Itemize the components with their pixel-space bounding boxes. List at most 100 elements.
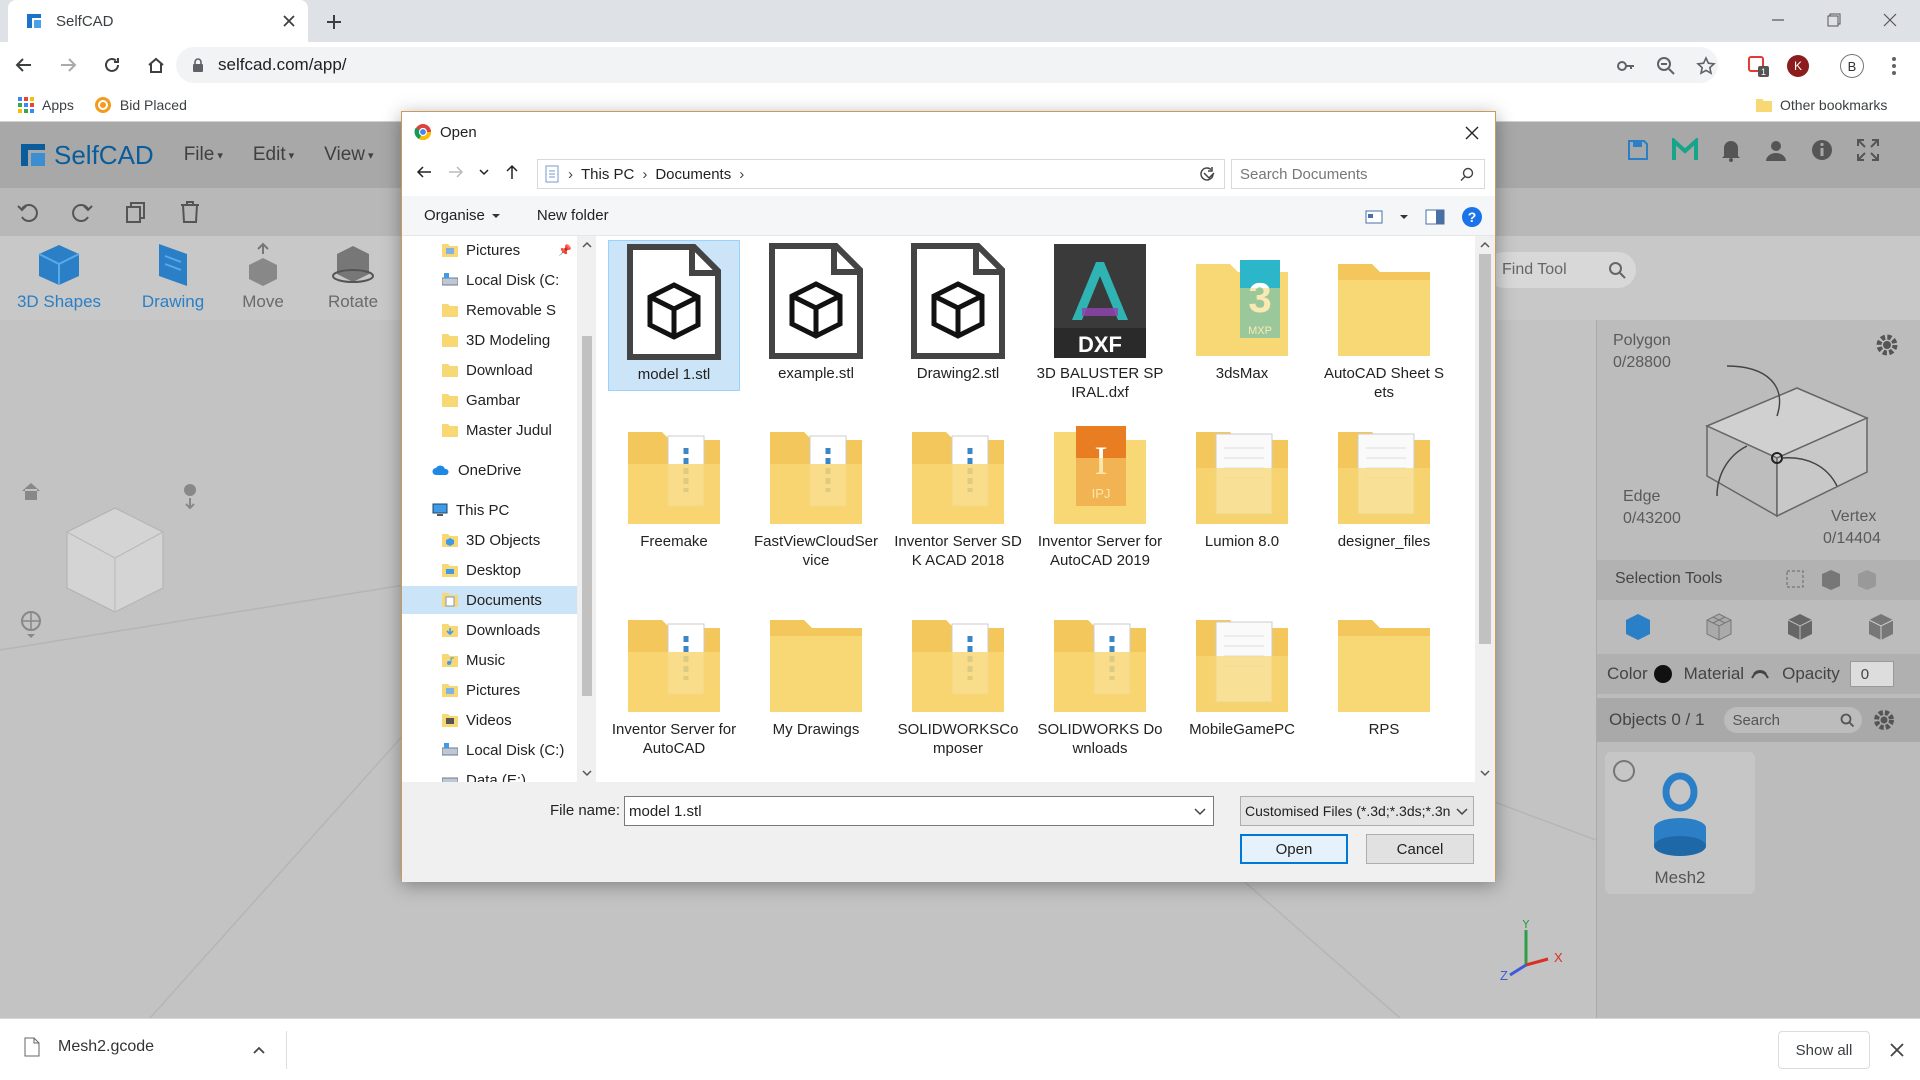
- file-item-fastviewcloudservice[interactable]: FastViewCloudService: [750, 408, 882, 576]
- bookmark-apps[interactable]: Apps: [18, 96, 74, 113]
- profile-b-avatar[interactable]: B: [1838, 52, 1866, 80]
- file-item-autocad-sheet-sets[interactable]: AutoCAD Sheet Sets: [1318, 240, 1450, 408]
- edge-mode-icon[interactable]: [1785, 612, 1815, 642]
- file-item-model-1-stl[interactable]: model 1.stl: [608, 240, 740, 391]
- tool-3d-shapes[interactable]: 3D Shapes: [14, 242, 104, 320]
- nav-item-desktop[interactable]: Desktop: [442, 556, 521, 584]
- chevron-down-icon[interactable]: [1193, 805, 1207, 819]
- home-view-icon[interactable]: [20, 480, 42, 502]
- objects-search-input[interactable]: Search: [1724, 707, 1863, 733]
- close-icon[interactable]: [1890, 1043, 1904, 1057]
- nav-item-this-pc[interactable]: This PC: [432, 496, 509, 524]
- browser-tab[interactable]: SelfCAD: [8, 0, 308, 42]
- face-mode-icon[interactable]: [1704, 612, 1734, 642]
- nav-item-3d-objects[interactable]: 3D Objects: [442, 526, 540, 554]
- find-tool-input[interactable]: Find Tool: [1486, 252, 1636, 288]
- nav-item-music[interactable]: Music: [442, 646, 505, 674]
- copy-icon[interactable]: [124, 200, 148, 224]
- home-button[interactable]: [136, 47, 176, 83]
- scroll-down-icon[interactable]: [578, 766, 596, 780]
- globe-icon[interactable]: [20, 610, 42, 640]
- object-card-mesh2[interactable]: Mesh2: [1605, 752, 1755, 894]
- file-item-my-drawings[interactable]: My Drawings: [750, 596, 882, 745]
- reload-button[interactable]: [92, 47, 132, 83]
- minimize-button[interactable]: [1750, 0, 1806, 40]
- object-select-radio[interactable]: [1613, 760, 1635, 782]
- view-mode-icon[interactable]: [1365, 209, 1383, 225]
- info-icon[interactable]: [1810, 138, 1834, 162]
- path-bar[interactable]: › This PC › Documents ›: [537, 159, 1225, 189]
- scroll-up-icon[interactable]: [578, 238, 596, 252]
- nav-item-pictures-quick[interactable]: Pictures 📌: [442, 236, 577, 264]
- nav-item-onedrive[interactable]: OneDrive: [432, 456, 521, 484]
- nav-item-videos[interactable]: Videos: [442, 706, 512, 734]
- nav-item-download[interactable]: Download: [442, 356, 533, 384]
- extension-icon[interactable]: 1: [1744, 52, 1772, 80]
- trash-icon[interactable]: [178, 200, 202, 224]
- nav-item-local-disk[interactable]: Local Disk (C:): [442, 736, 564, 764]
- file-item-lumion-8-0[interactable]: Lumion 8.0: [1176, 408, 1308, 557]
- organise-button[interactable]: Organise: [424, 207, 485, 224]
- recent-locations-icon[interactable]: [478, 162, 490, 182]
- chevron-up-icon[interactable]: [252, 1043, 266, 1057]
- address-bar[interactable]: selfcad.com/app/: [176, 47, 1718, 83]
- close-window-button[interactable]: [1862, 0, 1918, 40]
- restore-button[interactable]: [1806, 0, 1862, 40]
- dialog-close-button[interactable]: [1459, 120, 1485, 146]
- select-mode-icon[interactable]: [1819, 569, 1843, 591]
- back-button[interactable]: [4, 47, 44, 83]
- file-item-freemake[interactable]: Freemake: [608, 408, 740, 557]
- nav-item-master-judul[interactable]: Master Judul: [442, 416, 552, 444]
- fullscreen-icon[interactable]: [1856, 138, 1880, 162]
- view-dropdown-icon[interactable]: [1399, 212, 1409, 222]
- file-item-rps[interactable]: RPS: [1318, 596, 1450, 745]
- undo-icon[interactable]: [16, 200, 40, 224]
- gear-icon[interactable]: [1872, 708, 1896, 732]
- file-item-mobilegamepc[interactable]: MobileGamePC: [1176, 596, 1308, 745]
- file-item-3dsmax[interactable]: 3MXP 3dsMax: [1176, 240, 1308, 389]
- nav-scroll-thumb[interactable]: [582, 336, 592, 696]
- nav-item-downloads[interactable]: Downloads: [442, 616, 540, 644]
- path-documents[interactable]: Documents: [655, 166, 731, 183]
- user-icon[interactable]: [1764, 138, 1788, 162]
- show-all-button[interactable]: Show all: [1778, 1031, 1870, 1069]
- bookmark-bid-placed[interactable]: Bid Placed: [94, 96, 187, 114]
- refresh-icon[interactable]: [1198, 165, 1216, 183]
- star-icon[interactable]: [1692, 52, 1720, 80]
- nav-item-pictures[interactable]: Pictures: [442, 676, 520, 704]
- file-item-example-stl[interactable]: example.stl: [750, 240, 882, 389]
- bell-icon[interactable]: [1720, 138, 1742, 162]
- file-item-3d-baluster-spiral-dxf[interactable]: DXF 3D BALUSTER SPIRAL.dxf: [1034, 240, 1166, 408]
- gear-icon[interactable]: [1874, 332, 1900, 358]
- file-item-inventor-server-for-autocad[interactable]: Inventor Server for AutoCAD: [608, 596, 740, 764]
- close-tab-icon[interactable]: [282, 14, 296, 28]
- color-swatch[interactable]: [1653, 665, 1672, 683]
- file-item-drawing2-stl[interactable]: Drawing2.stl: [892, 240, 1024, 389]
- scroll-up-icon[interactable]: [1475, 238, 1495, 252]
- nav-scrollbar[interactable]: [578, 236, 596, 782]
- file-item-designer-files[interactable]: designer_files: [1318, 408, 1450, 557]
- vertex-mode-icon[interactable]: [1866, 612, 1896, 642]
- forward-button[interactable]: [48, 47, 88, 83]
- m-logo-icon[interactable]: [1672, 138, 1698, 162]
- preview-pane-icon[interactable]: [1425, 209, 1445, 225]
- forward-arrow-icon[interactable]: [446, 162, 466, 182]
- nav-item-removable[interactable]: Removable S: [442, 296, 577, 324]
- file-item-solidworkscomposer[interactable]: SOLIDWORKSComposer: [892, 596, 1024, 764]
- new-folder-button[interactable]: New folder: [537, 207, 609, 224]
- redo-icon[interactable]: [70, 200, 94, 224]
- menu-view[interactable]: View: [324, 144, 365, 166]
- new-tab-button[interactable]: [320, 8, 348, 36]
- nav-item-gambar[interactable]: Gambar: [442, 386, 520, 414]
- file-name-input[interactable]: model 1.stl: [624, 796, 1214, 826]
- other-bookmarks[interactable]: Other bookmarks: [1756, 97, 1887, 113]
- file-item-inventor-server-for-autocad-2019[interactable]: IIPJ Inventor Server for AutoCAD 2019: [1034, 408, 1166, 576]
- tool-move[interactable]: Move: [218, 242, 308, 320]
- files-scroll-thumb[interactable]: [1479, 254, 1491, 644]
- nav-item-local-disk-quick[interactable]: Local Disk (C:: [442, 266, 577, 294]
- orbit-icon[interactable]: [178, 480, 202, 510]
- nav-item-3d-modeling[interactable]: 3D Modeling: [442, 326, 550, 354]
- profile-k-avatar[interactable]: K: [1784, 52, 1812, 80]
- help-icon[interactable]: ?: [1461, 206, 1483, 228]
- view-cube[interactable]: [60, 500, 170, 620]
